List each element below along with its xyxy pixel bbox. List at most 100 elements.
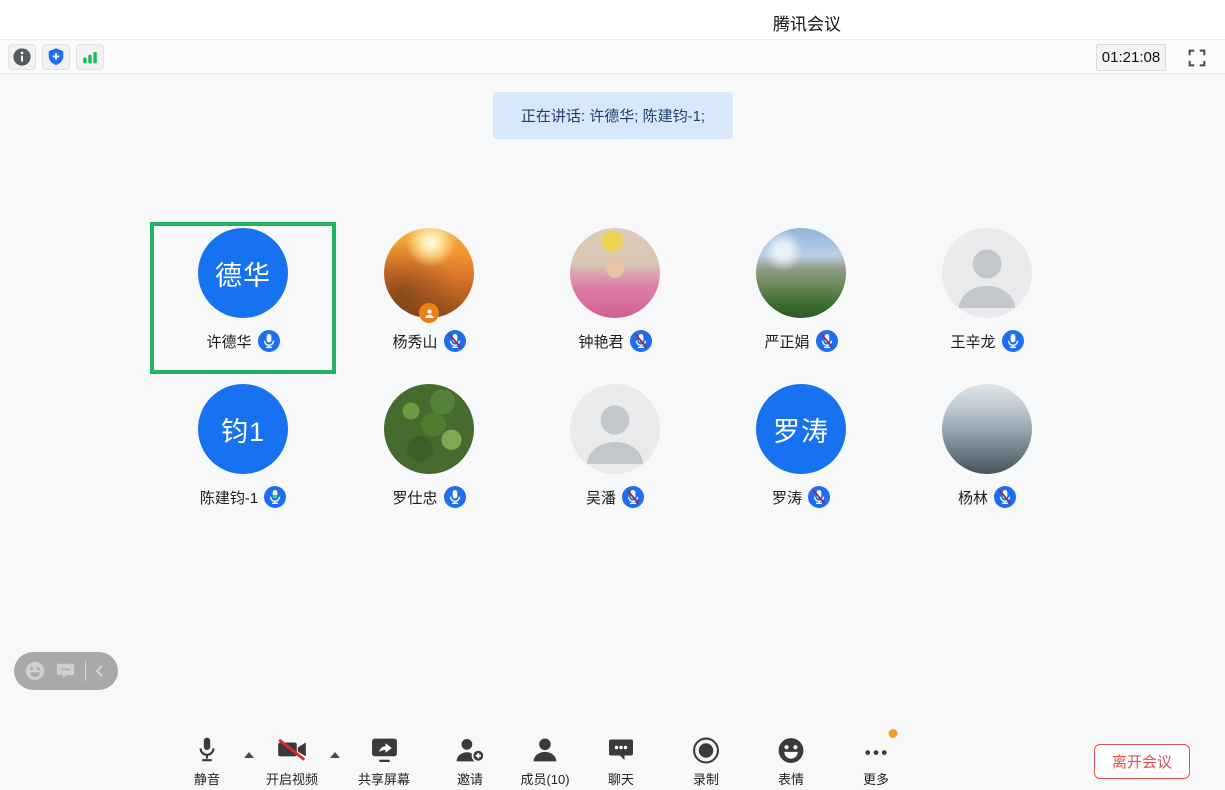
mic-muted-icon (994, 486, 1016, 508)
camera-off-icon (276, 734, 308, 766)
reaction-quickbar (14, 652, 118, 690)
toolbar-video-button[interactable]: 开启视频 (266, 734, 318, 788)
participant-tile[interactable]: 德华许德华 (150, 222, 336, 374)
mic-muted-icon (622, 486, 644, 508)
avatar: 钧1 (198, 384, 288, 474)
participant-tile[interactable]: 钟艳君 (522, 222, 708, 374)
participant-name: 罗仕忠 (392, 487, 437, 508)
network-quality-icon (80, 47, 100, 67)
mic-on-icon (1002, 330, 1024, 352)
collapse-chevron-icon[interactable] (95, 664, 104, 678)
toolbar-emoji-label: 表情 (778, 769, 804, 788)
mic-muted-icon (630, 330, 652, 352)
meeting-timer: 01:21:08 (1096, 44, 1166, 71)
network-quality-button[interactable] (76, 44, 104, 70)
leave-meeting-label: 离开会议 (1112, 751, 1172, 772)
toolbar-share-button[interactable]: 共享屏幕 (358, 734, 410, 788)
fullscreen-icon (1186, 47, 1208, 69)
participant-name-row: 许德华 (206, 330, 279, 352)
toolbar-record-button[interactable]: 录制 (692, 734, 721, 788)
participant-tile[interactable]: 罗涛罗涛 (708, 378, 894, 530)
mic-on-icon (258, 330, 280, 352)
avatar-placeholder (570, 384, 660, 474)
participant-name: 钟艳君 (578, 331, 623, 352)
participant-name: 严正娟 (764, 331, 809, 352)
record-icon (692, 734, 721, 766)
participant-tile[interactable]: 王辛龙 (894, 222, 1080, 374)
avatar-initials: 钧1 (221, 410, 265, 449)
participants-row-1: 德华许德华 杨秀山 钟艳君 严正娟 王辛龙 (150, 222, 1080, 374)
participant-tile[interactable]: 杨秀山 (336, 222, 522, 374)
chat-bubble-icon[interactable] (55, 662, 76, 681)
toolbar-more-label: 更多 (863, 769, 889, 788)
avatar (942, 384, 1032, 474)
participant-tile[interactable]: 严正娟 (708, 222, 894, 374)
participant-name-row: 罗涛 (772, 486, 830, 508)
bottom-toolbar: 静音 开启视频 共享屏幕 邀请 成员(10) 聊天 录制 表情 更多 (0, 730, 1225, 790)
invite-icon (455, 734, 486, 766)
emoji-icon (777, 734, 806, 766)
participant-name: 吴潘 (586, 487, 616, 508)
toolbar-chat-label: 聊天 (608, 769, 634, 788)
members-icon (531, 734, 560, 766)
participant-name: 王辛龙 (950, 331, 995, 352)
toolbar-emoji-button[interactable]: 表情 (777, 734, 806, 788)
avatar-placeholder (942, 228, 1032, 318)
app-title: 腾讯会议 (773, 10, 841, 35)
participant-name: 杨林 (958, 487, 988, 508)
participant-name: 罗涛 (772, 487, 802, 508)
toolbar-members-label: 成员(10) (520, 769, 569, 788)
quickbar-divider (85, 661, 86, 681)
toolbar-members-button[interactable]: 成员(10) (520, 734, 569, 788)
fullscreen-button[interactable] (1184, 45, 1210, 71)
emoji-reaction-icon[interactable] (24, 660, 46, 682)
mic-on-icon (444, 486, 466, 508)
title-bar: 腾讯会议 (0, 0, 1225, 40)
share-screen-icon (369, 734, 398, 766)
participant-name-row: 杨林 (958, 486, 1016, 508)
toolbar-more-button[interactable]: 更多 (863, 734, 890, 788)
participant-name-row: 杨秀山 (392, 330, 465, 352)
avatar (384, 228, 474, 318)
participant-name-row: 陈建钧-1 (200, 486, 286, 508)
toolbar-record-label: 录制 (693, 769, 719, 788)
participants-row-2: 钧1陈建钧-1 罗仕忠 吴潘 罗涛罗涛 杨林 (150, 378, 1080, 530)
meeting-top-toolbar: 01:21:08 (0, 41, 1225, 74)
avatar (570, 228, 660, 318)
toolbar-share-label: 共享屏幕 (358, 769, 410, 788)
meeting-info-icon (12, 47, 32, 67)
active-speaker-banner: 正在讲话: 许德华; 陈建钧-1; (493, 92, 733, 139)
participant-name-row: 严正娟 (764, 330, 837, 352)
avatar (756, 228, 846, 318)
mute-options-caret[interactable] (244, 752, 254, 758)
participant-tile[interactable]: 杨林 (894, 378, 1080, 530)
leave-meeting-button[interactable]: 离开会议 (1094, 744, 1190, 779)
mic-muted-icon (808, 486, 830, 508)
notification-dot (889, 729, 898, 738)
participant-name-row: 钟艳君 (578, 330, 651, 352)
toolbar-mute-button[interactable]: 静音 (192, 734, 222, 788)
avatar-initials: 罗涛 (773, 410, 829, 449)
meeting-info-button[interactable] (8, 44, 36, 70)
toolbar-chat-button[interactable]: 聊天 (607, 734, 635, 788)
toolbar-invite-button[interactable]: 邀请 (455, 734, 486, 788)
mic-muted-icon (816, 330, 838, 352)
toolbar-video-label: 开启视频 (266, 769, 318, 788)
mic-icon (192, 734, 222, 766)
security-button[interactable] (42, 44, 70, 70)
video-options-caret[interactable] (330, 752, 340, 758)
participant-tile[interactable]: 罗仕忠 (336, 378, 522, 530)
participant-name-row: 王辛龙 (950, 330, 1023, 352)
participant-tile[interactable]: 钧1 陈建钧-1 (150, 378, 336, 530)
participant-tile[interactable]: 吴潘 (522, 378, 708, 530)
more-icon (863, 734, 890, 766)
participant-name: 许德华 (206, 331, 251, 352)
mic-speaking-icon (264, 486, 286, 508)
security-shield-icon (46, 47, 66, 67)
avatar-initials: 德华 (215, 254, 271, 293)
active-speaker-text: 正在讲话: 许德华; 陈建钧-1; (521, 108, 705, 125)
toolbar-invite-label: 邀请 (457, 769, 483, 788)
avatar (384, 384, 474, 474)
toolbar-mute-label: 静音 (194, 769, 220, 788)
avatar: 罗涛 (756, 384, 846, 474)
